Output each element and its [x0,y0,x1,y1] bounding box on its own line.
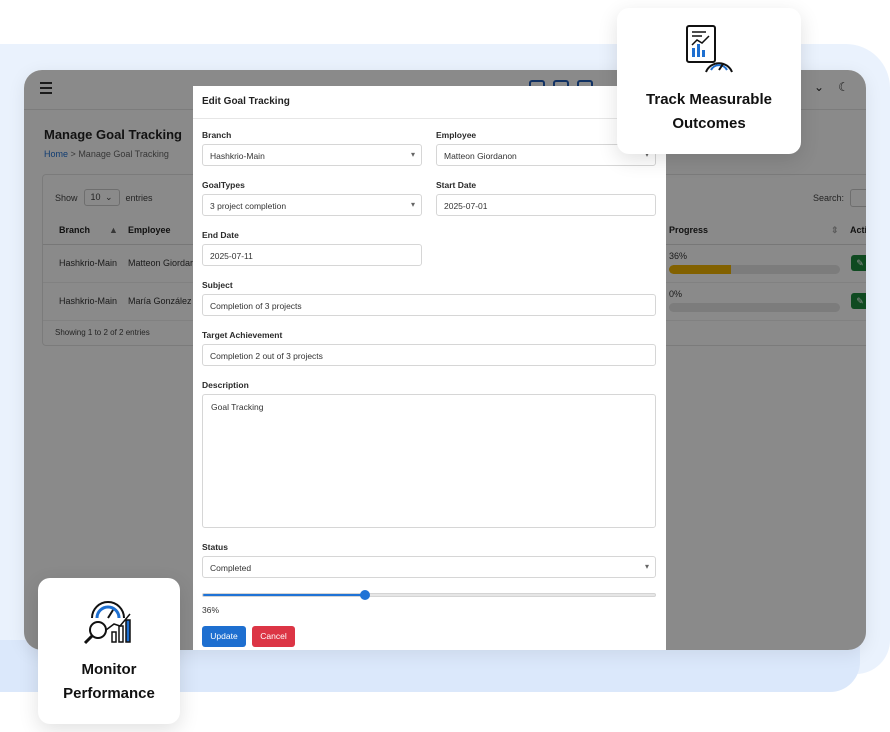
feature-card-track-outcomes: Track Measurable Outcomes [617,8,801,154]
target-input[interactable]: Completion 2 out of 3 projects [202,344,656,366]
end-date-value: 2025-07-11 [210,251,253,261]
feature-title-line1: Track Measurable [646,91,772,108]
status-label: Status [202,542,228,552]
employee-value: Matteon Giordanon [444,151,517,161]
report-gauge-icon [686,25,733,73]
subject-value: Completion of 3 projects [210,301,302,311]
modal-title: Edit Goal Tracking [193,86,666,119]
description-value: Goal Tracking [211,402,264,412]
goaltypes-value: 3 project completion [210,201,287,211]
status-value: Completed [210,563,252,573]
branch-value: Hashkrio-Main [210,151,265,161]
description-textarea[interactable]: Goal Tracking [202,394,656,528]
feature-card-monitor-performance: Monitor Performance [38,578,180,724]
subject-input[interactable]: Completion of 3 projects [202,294,656,316]
feature-title-line2: Outcomes [672,115,746,132]
start-date-value: 2025-07-01 [444,201,488,211]
progress-slider-fill [203,594,366,596]
branch-select[interactable]: Hashkrio-Main [202,144,422,166]
edit-goal-modal: Edit Goal Tracking Branch Hashkrio-Main … [193,86,666,650]
description-label: Description [202,380,249,390]
cancel-button[interactable]: Cancel [252,626,295,647]
progress-slider-handle[interactable] [360,590,371,600]
target-value: Completion 2 out of 3 projects [210,351,323,361]
subject-label: Subject [202,280,233,290]
marketing-stage: ⌄ ☾ Manage Goal Tracking Home > Manage G… [0,0,890,732]
start-date-label: Start Date [436,180,477,190]
feature-title-line1: Monitor [81,661,137,678]
progress-value: 36% [202,605,220,615]
end-date-input[interactable]: 2025-07-11 [202,244,422,266]
status-select[interactable]: Completed [202,556,656,578]
employee-label: Employee [436,130,477,140]
branch-label: Branch [202,130,232,140]
progress-slider[interactable] [202,593,656,597]
feature-title-line2: Performance [63,685,155,702]
start-date-input[interactable]: 2025-07-01 [436,194,656,216]
goaltypes-label: GoalTypes [202,180,245,190]
goaltypes-select[interactable]: 3 project completion [202,194,422,216]
end-date-label: End Date [202,230,239,240]
update-button[interactable]: Update [202,626,246,647]
performance-magnifier-icon [83,601,131,645]
app-screenshot: ⌄ ☾ Manage Goal Tracking Home > Manage G… [24,70,866,650]
target-label: Target Achievement [202,330,283,340]
